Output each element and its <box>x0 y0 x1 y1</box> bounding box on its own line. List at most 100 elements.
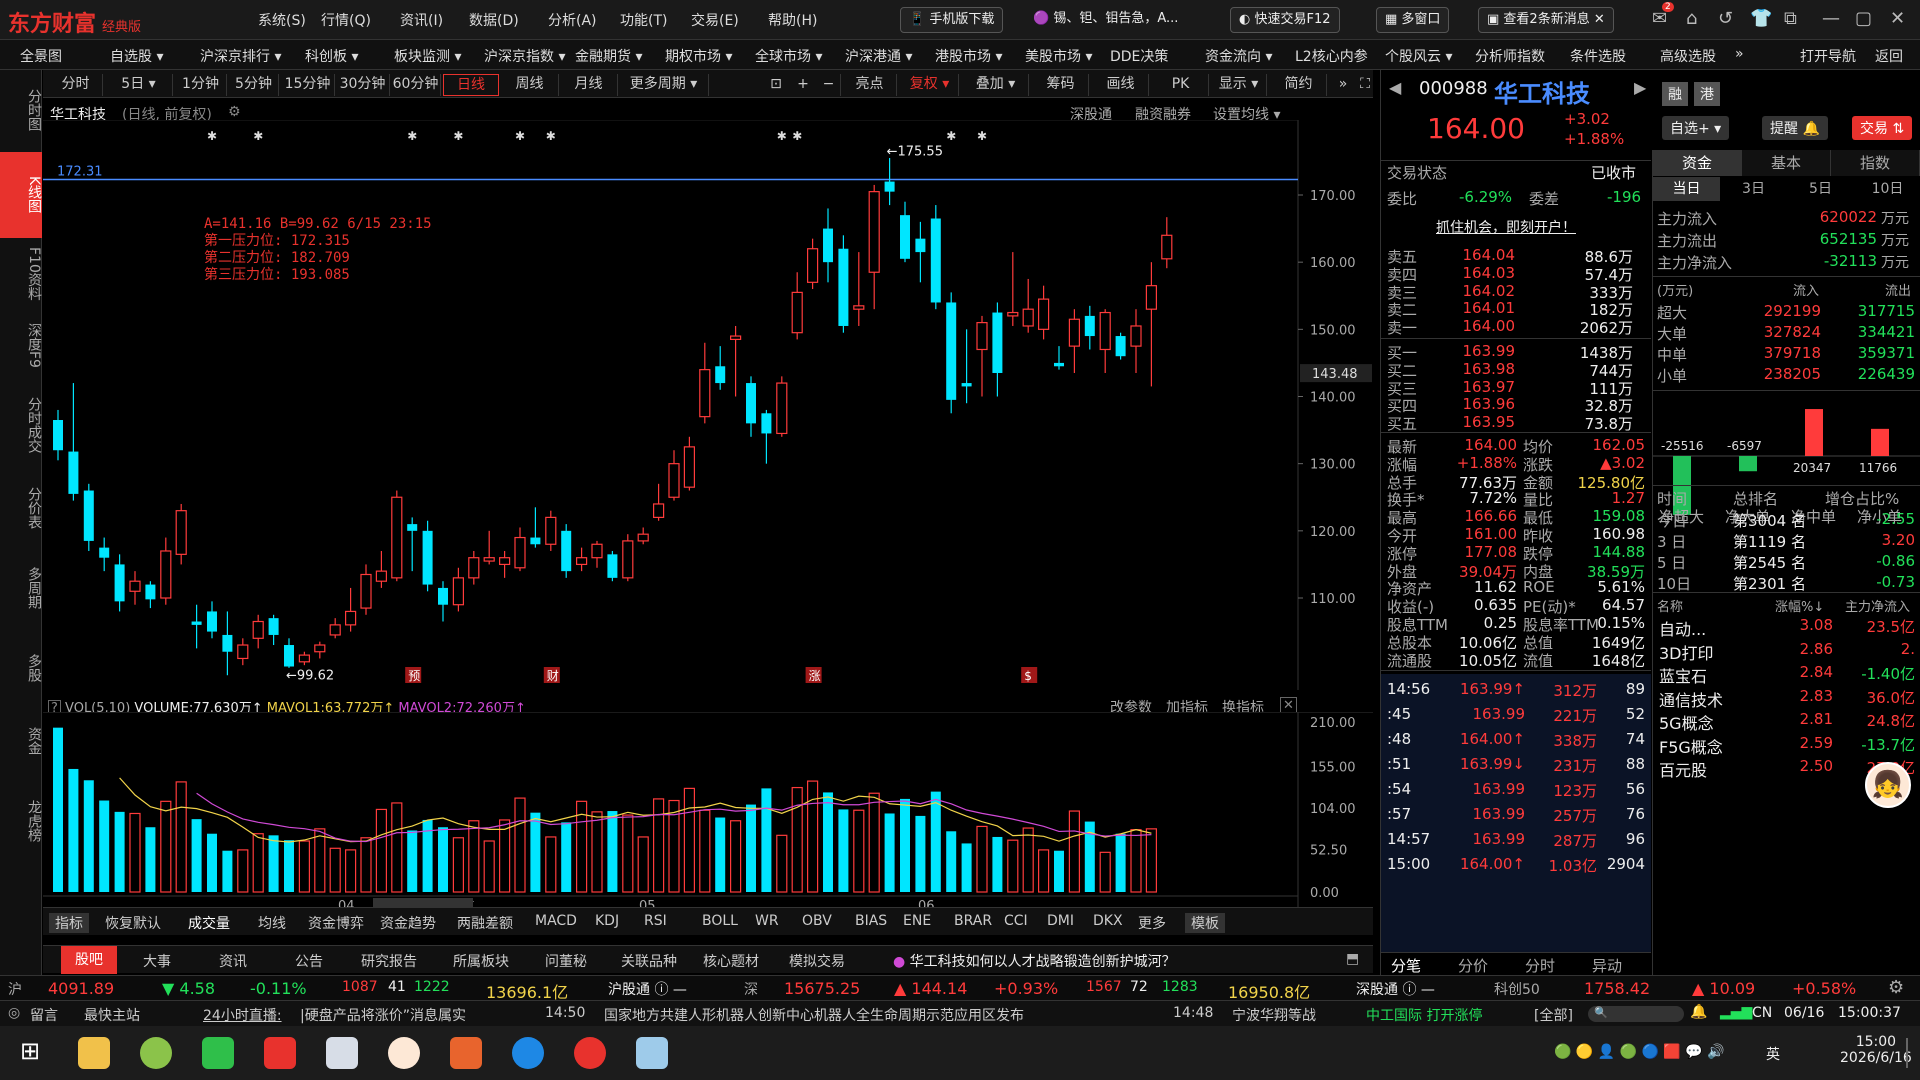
fund-tab[interactable]: 基本 <box>1742 150 1831 176</box>
ask-price[interactable]: 164.03 <box>1445 264 1516 282</box>
bottom-question[interactable]: ● 华工科技如何以人才战略锻造创新护城河？ <box>893 951 1176 971</box>
red-app-icon[interactable] <box>264 1037 296 1069</box>
app-green-icon[interactable] <box>140 1037 172 1069</box>
chart-tool[interactable]: PK <box>1153 74 1209 96</box>
indicator-tab[interactable]: BIAS <box>855 913 887 929</box>
news-item-1[interactable]: |硬盘产品将涨价”消息属实 <box>300 1005 466 1025</box>
nav-item[interactable]: 期权市场 ▾ <box>665 46 732 66</box>
explorer-icon[interactable] <box>78 1037 110 1069</box>
avatar-app-icon[interactable] <box>388 1037 420 1069</box>
sector-name[interactable]: 百元股 <box>1659 757 1707 781</box>
nav-item[interactable]: 资金流向 ▾ <box>1205 46 1272 66</box>
bid-price[interactable]: 163.99 <box>1445 342 1516 360</box>
indicator-tab[interactable]: RSI <box>644 913 667 929</box>
indicator-tab[interactable]: WR <box>755 913 779 929</box>
show-desktop[interactable] <box>1906 1038 1908 1068</box>
indicator-tab[interactable]: 成交量 <box>188 913 230 933</box>
multi-window-button[interactable]: ▦ 多窗口 <box>1376 7 1450 33</box>
watchlist-button[interactable]: 自选+ ▾ <box>1662 116 1730 140</box>
nav-item[interactable]: 打开导航 <box>1800 46 1856 66</box>
indicator-tab[interactable]: 更多 <box>1138 913 1166 933</box>
ask-price[interactable]: 164.04 <box>1445 246 1516 264</box>
sidebar-tab[interactable]: 深度F9 <box>0 310 42 380</box>
next-stock-icon[interactable]: ▶ <box>1634 78 1646 97</box>
period-tab[interactable]: 更多周期 ▾ <box>619 74 709 96</box>
mail-icon[interactable]: ✉ 2 <box>1652 2 1674 29</box>
bottom-tab[interactable]: 关联品种 <box>621 951 677 971</box>
tick-tab[interactable]: 分笔 <box>1391 955 1421 976</box>
sidebar-tab[interactable]: 分价表 <box>0 470 42 546</box>
indicator-tab[interactable]: MACD <box>535 913 577 929</box>
sector-name[interactable]: F5G概念 <box>1659 734 1723 758</box>
tick-tab[interactable]: 异动 <box>1592 955 1622 976</box>
sidebar-tab[interactable]: 龙虎榜 <box>0 776 42 866</box>
bottom-tab[interactable]: 资讯 <box>219 951 247 971</box>
message-icon[interactable]: ◎ <box>8 1005 20 1021</box>
fund-period-tab[interactable]: 5日 <box>1787 177 1854 201</box>
chart-tool[interactable]: 筹码 <box>1033 74 1089 96</box>
period-tab[interactable]: 1分钟 <box>175 74 227 96</box>
sidebar-tab[interactable]: 多股 <box>0 630 42 706</box>
sector-name[interactable]: 蓝宝石 <box>1659 663 1707 687</box>
bid-price[interactable]: 163.98 <box>1445 360 1516 378</box>
menu-item[interactable]: 分析(A) <box>548 10 597 30</box>
indicator-tab[interactable]: OBV <box>802 913 832 929</box>
ask-price[interactable]: 164.00 <box>1445 317 1516 335</box>
back-icon[interactable]: ↺ <box>1718 8 1733 29</box>
taskbar-clock[interactable]: 15:00 2026/6/16 <box>1840 1034 1912 1066</box>
news-item-3[interactable]: 宁波华翔等战 <box>1232 1005 1316 1025</box>
ask-price[interactable]: 164.01 <box>1445 299 1516 317</box>
open-account-link[interactable]: 抓住机会，即刻开户！ <box>1436 217 1576 237</box>
bottom-tab[interactable]: 所属板块 <box>453 951 509 971</box>
chart-tool[interactable]: 复权 ▾ <box>901 74 959 96</box>
fund-period-tab[interactable]: 10日 <box>1854 177 1920 201</box>
nav-item[interactable]: 返回 <box>1875 46 1903 66</box>
sidebar-tab[interactable]: 分时图 <box>0 70 42 150</box>
nav-item[interactable]: 美股市场 ▾ <box>1025 46 1092 66</box>
menu-item[interactable]: 交易(E) <box>691 10 739 30</box>
nav-item[interactable]: 全景图 <box>20 46 62 66</box>
skin-icon[interactable]: 👕 <box>1750 8 1772 29</box>
period-tab[interactable]: 周线 <box>501 74 559 96</box>
indicator-tab[interactable]: ENE <box>903 913 931 929</box>
indicator-tab[interactable]: 模板 <box>1185 913 1225 933</box>
live-link[interactable]: 24小时直播: <box>203 1005 282 1025</box>
tray-icons[interactable]: 🟢 🟡 👤 🟢 🔵 🟥 💬 🔊 <box>1554 1044 1725 1060</box>
indicator-tab[interactable]: BRAR <box>954 913 992 929</box>
nav-item[interactable]: 沪深京指数 ▾ <box>484 46 565 66</box>
trade-button[interactable]: 交易 ⇅ <box>1852 116 1913 140</box>
period-tab[interactable]: 5分钟 <box>229 74 279 96</box>
bottom-tab[interactable]: 公告 <box>295 951 323 971</box>
nav-item[interactable]: 沪深京排行 ▾ <box>200 46 281 66</box>
quick-trade-button[interactable]: ◐ 快速交易F12 <box>1230 7 1340 33</box>
indicator-tab[interactable]: CCI <box>1004 913 1028 929</box>
nav-item[interactable]: 科创板 ▾ <box>305 46 358 66</box>
home-icon[interactable]: ⌂ <box>1686 8 1697 29</box>
menu-item[interactable]: 数据(D) <box>469 10 519 30</box>
indicator-tab[interactable]: DMI <box>1047 913 1074 929</box>
indicator-tab[interactable]: DKX <box>1093 913 1123 929</box>
nav-item[interactable]: 港股市场 ▾ <box>935 46 1002 66</box>
edge-icon[interactable] <box>512 1037 544 1069</box>
sidebar-tab[interactable]: 分时成交 <box>0 382 42 468</box>
mobile-download-button[interactable]: 📱 手机版下载 <box>900 7 1004 33</box>
sidebar-tab[interactable]: 多周期 <box>0 548 42 628</box>
chart-tool[interactable]: 画线 <box>1093 74 1149 96</box>
tool-icon[interactable] <box>636 1037 668 1069</box>
period-tab[interactable]: 60分钟 <box>391 74 441 96</box>
close-icon[interactable]: ✕ <box>1890 8 1905 29</box>
fullscreen-icon[interactable]: ⛶ <box>1355 74 1375 96</box>
crosshair-icon[interactable]: + <box>791 74 815 96</box>
bottom-tab[interactable]: 模拟交易 <box>789 951 845 971</box>
sh-index[interactable]: 4091.89 <box>48 979 114 998</box>
zoom-out-icon[interactable]: − <box>817 74 841 96</box>
indicator-tab[interactable]: 资金趋势 <box>380 913 436 933</box>
indicator-tab[interactable]: 恢复默认 <box>105 913 161 933</box>
bid-price[interactable]: 163.97 <box>1445 378 1516 396</box>
nav-item[interactable]: 自选股 ▾ <box>110 46 163 66</box>
bottom-tab[interactable]: 核心题材 <box>703 951 759 971</box>
news-item-2[interactable]: 国家地方共建人形机器人创新中心机器人全生命周期示范应用区发布 <box>604 1005 1024 1025</box>
news-all[interactable]: [全部] <box>1534 1005 1573 1025</box>
period-tab[interactable]: 30分钟 <box>336 74 390 96</box>
sz-index[interactable]: 15675.25 <box>784 979 860 998</box>
